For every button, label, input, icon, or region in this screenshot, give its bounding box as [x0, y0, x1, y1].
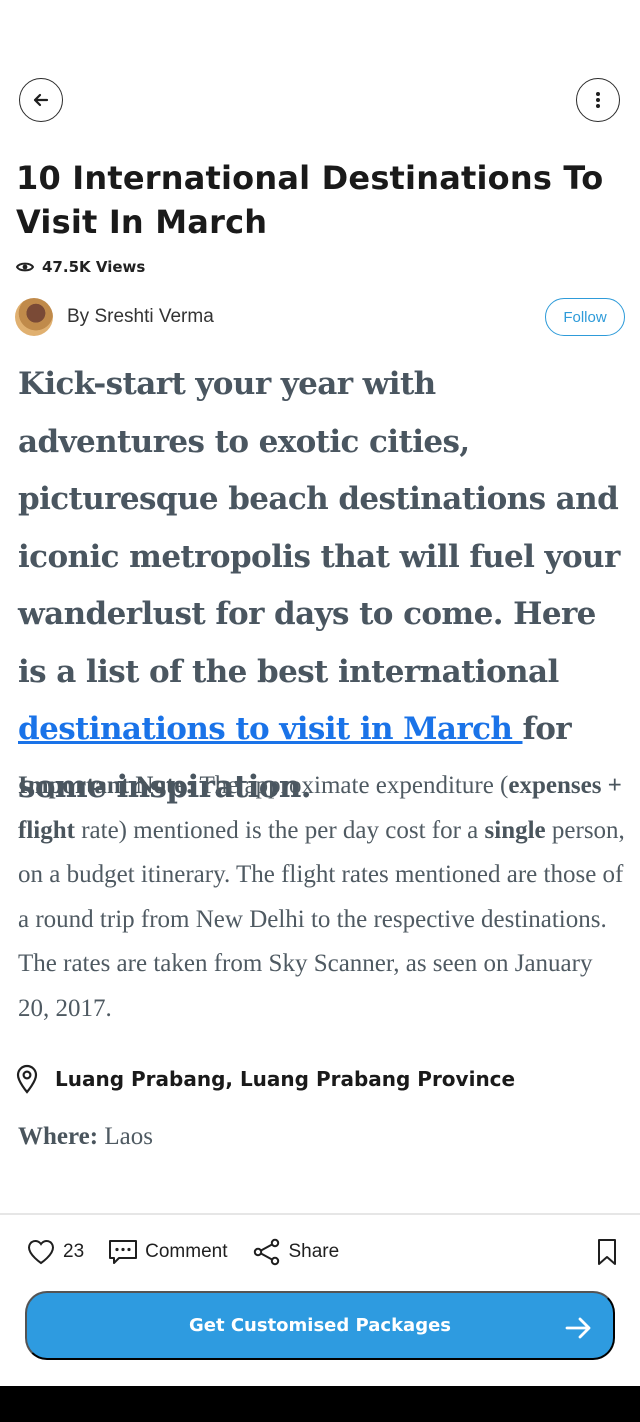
note-label: Important Note: [18, 772, 194, 799]
author-row: By Sreshti Verma Follow [15, 297, 625, 337]
location-pin-icon [16, 1064, 38, 1094]
back-arrow-icon [33, 93, 49, 107]
article-intro: Kick-start your year with adventures to … [18, 356, 623, 816]
where-label: Where: [18, 1123, 99, 1150]
bookmark-button[interactable] [596, 1238, 618, 1266]
share-icon [253, 1238, 279, 1266]
back-button[interactable] [19, 78, 63, 122]
like-button[interactable]: 23 [26, 1238, 84, 1266]
comment-label: Comment [145, 1241, 228, 1262]
where-line: Where: Laos [18, 1123, 153, 1151]
views-count: 47.5K Views [16, 258, 145, 276]
avatar[interactable] [15, 298, 53, 336]
page-title: 10 International Destinations To Visit I… [16, 159, 604, 241]
arrow-right-icon [565, 1317, 591, 1339]
important-note: Important Note: The approximate expendit… [18, 764, 628, 1031]
destinations-link[interactable]: destinations to visit in March [18, 711, 523, 747]
get-packages-button[interactable]: Get Customised Packages [25, 1291, 615, 1360]
note-text: person, on a budget itinerary. The fligh… [18, 816, 625, 1022]
share-label: Share [288, 1241, 340, 1262]
share-button[interactable]: Share [252, 1238, 340, 1266]
bookmark-icon [598, 1239, 616, 1265]
author-name[interactable]: By Sreshti Verma [67, 306, 214, 328]
intro-text: Kick-start your year with adventures to … [18, 366, 620, 690]
more-options-button[interactable] [576, 78, 620, 122]
more-vertical-icon [596, 92, 600, 108]
location-name: Luang Prabang, Luang Prabang Province [55, 1067, 516, 1091]
heart-icon [27, 1239, 55, 1265]
action-bar: 23 Comment Share [26, 1232, 618, 1272]
views-label: 47.5K Views [42, 258, 146, 276]
eye-icon [16, 262, 34, 272]
like-count: 23 [63, 1241, 85, 1262]
note-text: rate) mentioned is the per day cost for … [74, 816, 485, 844]
comment-icon [109, 1240, 138, 1264]
divider [0, 1213, 640, 1215]
comment-button[interactable]: Comment [108, 1238, 228, 1266]
cta-label: Get Customised Packages [188, 1315, 451, 1336]
note-bold-single: single [484, 816, 546, 844]
location-heading: Luang Prabang, Luang Prabang Province [15, 1064, 515, 1094]
follow-button[interactable]: Follow [545, 298, 625, 336]
system-navigation-bar [0, 1386, 640, 1422]
note-text: The approximate expenditure ( [193, 772, 509, 799]
where-value: Laos [98, 1123, 153, 1150]
